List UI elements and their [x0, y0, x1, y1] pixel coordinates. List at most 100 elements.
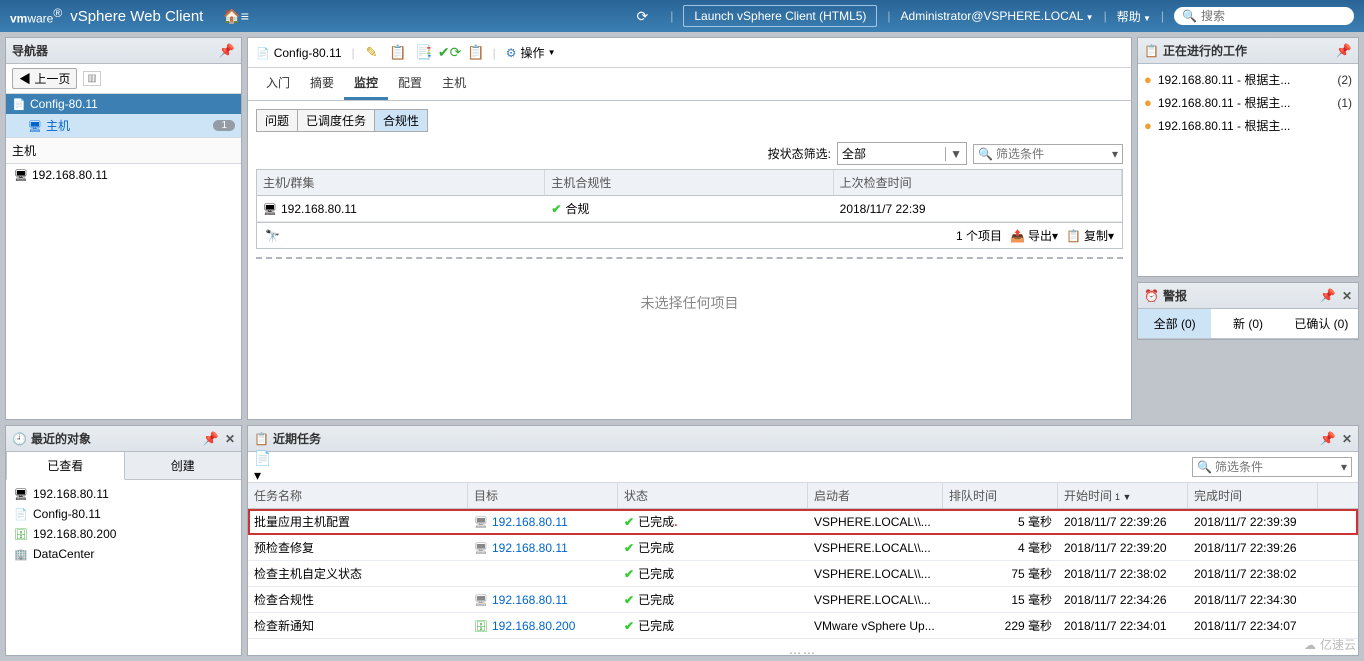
th-host[interactable]: 主机/群集 — [257, 170, 545, 195]
vcenter-icon — [14, 527, 28, 541]
cell-start: 2018/11/7 22:39:20 — [1058, 535, 1188, 560]
th-task-name[interactable]: 任务名称 — [248, 483, 468, 508]
th-target[interactable]: 目标 — [468, 483, 618, 508]
cell-end: 2018/11/7 22:39:39 — [1188, 509, 1318, 534]
tab-monitor[interactable]: 监控 — [344, 68, 388, 100]
recent-tasks-header: 📋 近期任务 📌 ✕ — [248, 426, 1358, 452]
th-last-check[interactable]: 上次检查时间 — [834, 170, 1122, 195]
ro-tab-viewed[interactable]: 已查看 — [6, 452, 125, 480]
global-search[interactable]: 🔍 — [1174, 7, 1354, 25]
history-icon[interactable]: ▥ — [83, 71, 100, 86]
export-button[interactable]: 📤导出 ▾ — [1010, 227, 1058, 244]
task-row[interactable]: 批量应用主机配置192.168.80.11✔已完成 .VSPHERE.LOCAL… — [248, 509, 1358, 535]
th-queue[interactable]: 排队时间 — [943, 483, 1058, 508]
refresh-icon[interactable]: ⟳ — [636, 8, 648, 25]
tasks-filter-icon[interactable]: 📄▾ — [254, 456, 276, 478]
task-row[interactable]: 检查主机自定义状态✔已完成VSPHERE.LOCAL\\...75 毫秒2018… — [248, 561, 1358, 587]
actions-label: 操作 — [521, 44, 545, 61]
ro-item[interactable]: DataCenter — [10, 544, 237, 564]
host-icon — [28, 119, 42, 133]
find-icon[interactable]: 🔭 — [265, 229, 280, 243]
nav-tree: Config-80.11 主机 1 — [6, 94, 241, 137]
pin-icon[interactable]: 📌 — [1336, 43, 1352, 59]
task-row[interactable]: 预检查修复192.168.80.11✔已完成VSPHERE.LOCAL\\...… — [248, 535, 1358, 561]
recent-objects-tabs: 已查看 创建 — [6, 452, 241, 480]
nav-back-row: ◀ 上一页 ▥ — [6, 64, 241, 94]
clipboard-icon: 📋 — [1144, 44, 1159, 58]
cell-status: ✔已完成 . — [618, 509, 808, 534]
wip-item[interactable]: ●192.168.80.11 - 根据主...(1) — [1142, 91, 1354, 114]
tree-label: Config-80.11 — [30, 97, 98, 111]
th-status[interactable]: 状态 — [618, 483, 808, 508]
subtab-compliance[interactable]: 合规性 — [374, 109, 428, 132]
tab-configure[interactable]: 配置 — [388, 68, 432, 100]
gear-icon: ⚙ — [506, 46, 517, 60]
alarms-title: 警报 — [1163, 287, 1187, 304]
filter-input[interactable] — [996, 147, 1108, 161]
user-menu[interactable]: Administrator@VSPHERE.LOCAL — [901, 9, 1094, 23]
main-tabs: 入门 摘要 监控 配置 主机 — [248, 68, 1131, 101]
product-name: vSphere Web Client — [70, 8, 203, 25]
pin-icon[interactable]: 📌 — [203, 431, 219, 447]
nav-host-item[interactable]: 192.168.80.11 — [6, 164, 241, 186]
tb-action2-icon[interactable]: 📋 — [387, 42, 409, 64]
subtab-scheduled[interactable]: 已调度任务 — [297, 109, 375, 132]
cell-initiator: VSPHERE.LOCAL\\... — [808, 587, 943, 612]
alarm-tab-all[interactable]: 全部 (0) — [1138, 309, 1211, 338]
copy-button[interactable]: 📋复制 ▾ — [1066, 227, 1114, 244]
resizer-handle[interactable] — [248, 650, 1358, 655]
pin-icon[interactable]: 📌 — [219, 43, 235, 59]
tb-action1-icon[interactable]: ✎ — [361, 42, 383, 64]
pin-icon[interactable]: 📌 — [1320, 288, 1336, 304]
task-row[interactable]: 检查合规性192.168.80.11✔已完成VSPHERE.LOCAL\\...… — [248, 587, 1358, 613]
tb-action4-icon[interactable]: ✔⟳ — [439, 42, 461, 64]
th-end[interactable]: 完成时间 — [1188, 483, 1318, 508]
tree-item-config[interactable]: Config-80.11 — [6, 94, 241, 114]
filter-input-box[interactable]: 🔍 ▾ — [973, 144, 1123, 164]
breadcrumb-object[interactable]: Config-80.11 — [252, 46, 346, 60]
status-filter-select[interactable]: 全部 ▼ — [837, 142, 967, 165]
actions-dropdown[interactable]: ⚙ 操作 ▼ — [502, 44, 560, 61]
pin-icon[interactable]: 📌 — [1320, 431, 1336, 447]
alarm-tab-new[interactable]: 新 (0) — [1211, 309, 1284, 338]
close-icon[interactable]: ✕ — [1342, 289, 1352, 303]
tab-getting-started[interactable]: 入门 — [256, 68, 300, 100]
close-icon[interactable]: ✕ — [1342, 432, 1352, 446]
close-icon[interactable]: ✕ — [225, 432, 235, 446]
tasks-filter-input[interactable] — [1215, 460, 1337, 474]
ro-item[interactable]: 192.168.80.11 — [10, 484, 237, 504]
search-input[interactable] — [1201, 9, 1346, 23]
tab-hosts[interactable]: 主机 — [432, 68, 476, 100]
host-icon — [474, 515, 488, 529]
tb-action3-icon[interactable]: 📑 — [413, 42, 435, 64]
item-count: 1 个项目 — [956, 227, 1002, 244]
tab-summary[interactable]: 摘要 — [300, 68, 344, 100]
alarm-tab-ack[interactable]: 已确认 (0) — [1285, 309, 1358, 338]
cell-end: 2018/11/7 22:34:07 — [1188, 613, 1318, 638]
filter-label: 按状态筛选: — [768, 145, 831, 162]
tasks-filter-input-box[interactable]: 🔍 ▾ — [1192, 457, 1352, 477]
back-button[interactable]: ◀ 上一页 — [12, 68, 77, 89]
th-compliance[interactable]: 主机合规性 — [545, 170, 833, 195]
cell-start: 2018/11/7 22:34:26 — [1058, 587, 1188, 612]
launch-html5-button[interactable]: Launch vSphere Client (HTML5) — [683, 5, 877, 27]
wip-item[interactable]: ●192.168.80.11 - 根据主... — [1142, 114, 1354, 137]
th-initiator[interactable]: 启动者 — [808, 483, 943, 508]
ro-tab-created[interactable]: 创建 — [125, 452, 242, 479]
th-start[interactable]: 开始时间1 ▼ — [1058, 483, 1188, 508]
cell-end: 2018/11/7 22:38:02 — [1188, 561, 1318, 586]
wip-item[interactable]: ●192.168.80.11 - 根据主...(2) — [1142, 68, 1354, 91]
navigator-title: 导航器 — [12, 42, 48, 59]
warning-icon: ● — [1144, 95, 1152, 110]
subtab-issues[interactable]: 问题 — [256, 109, 298, 132]
ro-item[interactable]: 192.168.80.200 — [10, 524, 237, 544]
alarm-icon: ⏰ — [1144, 289, 1159, 303]
ro-item[interactable]: Config-80.11 — [10, 504, 237, 524]
help-menu[interactable]: 帮助 — [1117, 8, 1151, 25]
home-icon[interactable]: 🏠≡ — [223, 8, 249, 25]
table-row[interactable]: 192.168.80.11 ✔合规 2018/11/7 22:39 — [257, 196, 1122, 222]
profile-icon — [14, 507, 28, 521]
task-row[interactable]: 检查新通知192.168.80.200✔已完成VMware vSphere Up… — [248, 613, 1358, 639]
tree-item-host[interactable]: 主机 1 — [6, 114, 241, 137]
tb-action5-icon[interactable]: 📋 — [465, 42, 487, 64]
